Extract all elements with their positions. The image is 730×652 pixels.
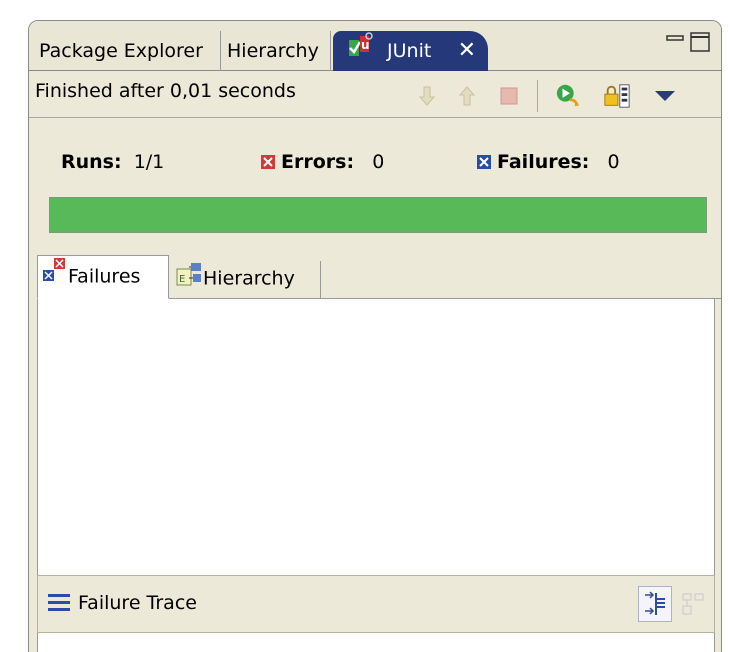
tab-package-explorer[interactable]: Package Explorer bbox=[33, 31, 221, 71]
runs-value: 1/1 bbox=[133, 151, 165, 173]
hierarchy-tab-icon: E bbox=[175, 261, 203, 297]
tab-junit[interactable]: u JUnit ✕ bbox=[333, 31, 488, 71]
tab-hierarchy[interactable]: Hierarchy bbox=[221, 31, 331, 71]
errors-counter: Errors: 0 bbox=[261, 151, 384, 173]
status-text: Finished after 0,01 seconds bbox=[35, 80, 296, 102]
errors-value: 0 bbox=[372, 151, 385, 173]
maximize-icon bbox=[690, 32, 710, 52]
compare-icon bbox=[682, 593, 704, 615]
junit-toolbar: Finished after 0,01 seconds bbox=[29, 72, 721, 118]
compare-result-button[interactable] bbox=[678, 588, 708, 620]
window-controls bbox=[665, 29, 713, 59]
chevron-down-icon bbox=[655, 91, 675, 101]
svg-text:E: E bbox=[179, 274, 185, 285]
view-tab-bar: Package Explorer Hierarchy u JUnit ✕ bbox=[29, 21, 721, 71]
next-failure-button[interactable] bbox=[413, 82, 441, 110]
failures-counter: Failures: 0 bbox=[477, 151, 620, 173]
tab-failures[interactable]: Failures bbox=[37, 255, 169, 299]
toolbar-separator bbox=[537, 80, 538, 112]
failure-trace-label: Failure Trace bbox=[78, 592, 197, 614]
view-menu-button[interactable] bbox=[651, 82, 679, 110]
stack-trace-icon bbox=[48, 592, 70, 616]
rerun-button[interactable] bbox=[555, 82, 583, 110]
svg-text:u: u bbox=[361, 38, 370, 52]
errors-label: Errors: bbox=[281, 151, 355, 173]
rerun-icon bbox=[556, 84, 580, 107]
test-progress-bar bbox=[49, 197, 707, 233]
results-tab-bar: Failures E Hierarchy bbox=[37, 255, 721, 299]
failure-trace-header: Failure Trace bbox=[37, 575, 715, 633]
tab-hierarchy-label: Hierarchy bbox=[227, 40, 319, 62]
scroll-lock-button[interactable] bbox=[603, 82, 631, 110]
arrow-down-icon bbox=[418, 86, 436, 106]
tab-hierarchy-results-label: Hierarchy bbox=[203, 267, 295, 290]
tab-failures-label: Failures bbox=[68, 265, 141, 288]
runs-counter: Runs: 1/1 bbox=[61, 151, 164, 173]
minimize-icon bbox=[666, 35, 684, 41]
filter-stack-icon bbox=[645, 591, 665, 615]
filter-stack-button[interactable] bbox=[638, 586, 672, 622]
tab-package-explorer-label: Package Explorer bbox=[39, 40, 203, 62]
stop-button[interactable] bbox=[495, 82, 523, 110]
minimize-maximize-icons bbox=[666, 32, 710, 52]
failures-value: 0 bbox=[607, 151, 620, 173]
error-icon bbox=[261, 152, 275, 169]
tab-hierarchy-results[interactable]: E Hierarchy bbox=[171, 261, 321, 299]
arrow-up-icon bbox=[458, 86, 476, 106]
stop-icon bbox=[500, 87, 518, 105]
tab-junit-label: JUnit bbox=[387, 40, 432, 62]
junit-icon: u bbox=[347, 31, 377, 72]
failures-list[interactable] bbox=[37, 299, 715, 575]
previous-failure-button[interactable] bbox=[453, 82, 481, 110]
junit-view-frame: Package Explorer Hierarchy u JUnit ✕ Fin… bbox=[28, 20, 722, 652]
counters-panel: Runs: 1/1 Errors: 0 Failures: 0 bbox=[29, 121, 721, 181]
failures-label: Failures: bbox=[497, 151, 590, 173]
scroll-lock-icon bbox=[604, 84, 630, 108]
close-icon[interactable]: ✕ bbox=[458, 31, 476, 71]
failures-tab-icon bbox=[42, 256, 68, 298]
failure-trace-area[interactable] bbox=[37, 633, 715, 652]
failure-icon bbox=[477, 152, 491, 169]
runs-label: Runs: bbox=[61, 151, 122, 173]
